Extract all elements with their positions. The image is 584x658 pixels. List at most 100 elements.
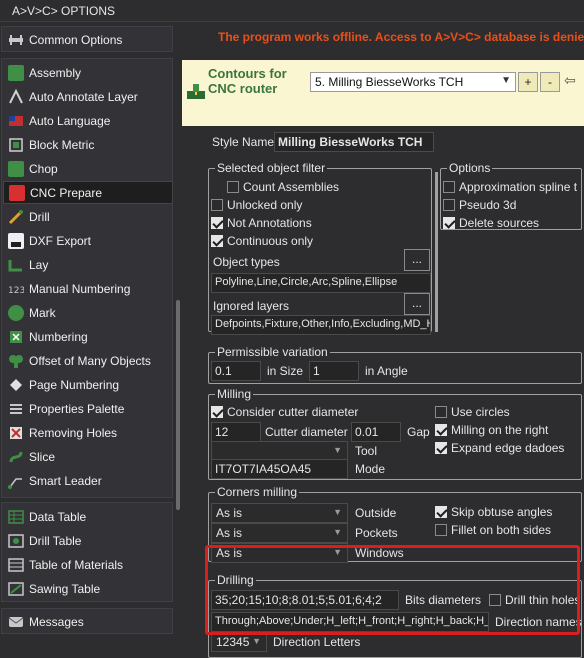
count-assemblies-checkbox[interactable]: Count Assemblies	[227, 180, 339, 194]
milling-group: Milling Consider cutter diameter Use cir…	[208, 387, 582, 480]
sidebar-item-smart-leader[interactable]: Smart Leader	[3, 469, 173, 492]
consider-diameter-checkbox[interactable]: Consider cutter diameter	[211, 405, 358, 419]
sidebar-item-label: Properties Palette	[29, 401, 125, 416]
sidebar-item-label: Manual Numbering	[29, 281, 131, 296]
delete-sources-label: Delete sources	[459, 216, 540, 230]
annotate-icon	[8, 88, 24, 105]
corners-legend: Corners milling	[215, 485, 300, 499]
fillet-both-checkbox[interactable]: Fillet on both sides	[435, 523, 551, 537]
messages-icon	[8, 614, 24, 630]
fillet-both-label: Fillet on both sides	[451, 523, 552, 537]
variation-group: Permissible variation 0.1 in Size 1 in A…	[208, 345, 582, 384]
unlocked-only-checkbox[interactable]: Unlocked only	[211, 198, 302, 212]
back-arrow-icon[interactable]: ⇦	[564, 72, 582, 92]
remove-preset-button[interactable]: -	[540, 72, 560, 92]
sidebar-item-table-of-materials[interactable]: Table of Materials	[3, 553, 173, 576]
pockets-select[interactable]: As is ▼	[211, 523, 348, 543]
sidebar-item-block-metric[interactable]: Block Metric	[3, 133, 173, 156]
sidebar-item-label: Drill	[29, 209, 50, 224]
add-preset-button[interactable]: +	[518, 72, 538, 92]
object-types-browse-button[interactable]: ...	[404, 249, 430, 271]
sidebar-item-auto-annotate-layer[interactable]: Auto Annotate Layer	[3, 85, 173, 108]
sidebar-item-assembly[interactable]: Assembly	[3, 61, 173, 84]
sidebar-item-slice[interactable]: Slice	[3, 445, 173, 468]
size-variation-input[interactable]: 0.1	[211, 361, 261, 381]
preset-select[interactable]: 5. Milling BiesseWorks TCH ▼	[310, 72, 516, 92]
skip-obtuse-label: Skip obtuse angles	[451, 505, 553, 519]
object-types-input[interactable]: Polyline,Line,Circle,Arc,Spline,Ellipse	[211, 273, 431, 293]
materials-table-icon	[8, 557, 24, 573]
outside-select[interactable]: As is ▼	[211, 503, 348, 523]
sidebar-item-lay[interactable]: Lay	[3, 253, 173, 276]
milling-legend: Milling	[215, 387, 254, 401]
direction-letters-select[interactable]: 12345 ▼	[211, 632, 267, 652]
sidebar-item-mark[interactable]: Mark	[3, 301, 173, 324]
ignored-layers-input[interactable]: Defpoints,Fixture,Other,Info,Excluding,M…	[211, 315, 431, 335]
milling-right-checkbox[interactable]: Milling on the right	[435, 423, 548, 437]
svg-text:123: 123	[8, 286, 24, 296]
sidebar-item-offset-many[interactable]: Offset of Many Objects	[3, 349, 173, 372]
slice-icon	[8, 449, 24, 465]
gap-input[interactable]: 0.01	[351, 422, 401, 442]
preset-select-value: 5. Milling BiesseWorks TCH	[315, 75, 464, 89]
sidebar-item-properties-palette[interactable]: Properties Palette	[3, 397, 173, 420]
sidebar-item-label: Numbering	[29, 329, 88, 344]
sidebar-item-cnc-prepare[interactable]: CNC Prepare	[3, 181, 173, 204]
angle-variation-input[interactable]: 1	[309, 361, 359, 381]
title-bar: A>V>C> OPTIONS	[0, 0, 584, 22]
sidebar-item-dxf-export[interactable]: DXF Export	[3, 229, 173, 252]
chevron-down-icon: ▼	[333, 507, 342, 517]
size-label: in Size	[267, 364, 304, 378]
approximation-spline-checkbox[interactable]: Approximation spline t	[443, 180, 577, 194]
sidebar-item-manual-numbering[interactable]: 123 Manual Numbering	[3, 277, 173, 300]
ignored-layers-browse-button[interactable]: ...	[404, 293, 430, 315]
pseudo-3d-label: Pseudo 3d	[459, 198, 517, 212]
ignored-layers-label: Ignored layers	[213, 299, 290, 313]
sidebar-item-label: Table of Materials	[29, 557, 124, 572]
sidebar-item-label: Block Metric	[29, 137, 95, 152]
not-annotations-checkbox[interactable]: Not Annotations	[211, 216, 312, 230]
sidebar-item-label: CNC Prepare	[30, 185, 103, 200]
continuous-only-label: Continuous only	[227, 234, 314, 248]
cnc-router-icon	[186, 82, 206, 102]
sidebar-item-chop[interactable]: Chop	[3, 157, 173, 180]
continuous-only-checkbox[interactable]: Continuous only	[211, 234, 313, 248]
pockets-select-value: As is	[216, 526, 243, 540]
tool-select[interactable]: ▼	[211, 441, 348, 461]
use-circles-checkbox[interactable]: Use circles	[435, 405, 510, 419]
options-legend: Options	[447, 161, 493, 175]
sidebar-scrollbar[interactable]	[176, 300, 180, 510]
sidebar-item-data-table[interactable]: Data Table	[3, 505, 173, 528]
skip-obtuse-checkbox[interactable]: Skip obtuse angles	[435, 505, 552, 519]
sidebar-item-drill[interactable]: Drill	[3, 205, 173, 228]
drill-icon	[8, 209, 24, 225]
variation-legend: Permissible variation	[215, 345, 330, 359]
expand-dadoes-checkbox[interactable]: Expand edge dadoes	[435, 441, 564, 455]
sidebar-item-common-options[interactable]: Common Options	[3, 28, 173, 51]
highlight-box	[205, 545, 580, 635]
leader-icon	[8, 473, 24, 489]
delete-sources-checkbox[interactable]: Delete sources	[443, 216, 539, 230]
sidebar-item-page-numbering[interactable]: Page Numbering	[3, 373, 173, 396]
direction-letters-value: 12345	[216, 635, 250, 649]
sidebar-item-numbering[interactable]: Numbering	[3, 325, 173, 348]
sidebar-item-removing-holes[interactable]: Removing Holes	[3, 421, 173, 444]
style-name-input[interactable]: Milling BiesseWorks TCH	[274, 132, 434, 152]
sidebar-item-messages[interactable]: Messages	[3, 610, 173, 633]
cutter-diameter-input[interactable]: 12	[211, 422, 261, 442]
sidebar-item-auto-language[interactable]: Auto Language	[3, 109, 173, 132]
pseudo-3d-checkbox[interactable]: Pseudo 3d	[443, 198, 516, 212]
sidebar-item-sawing-table[interactable]: Sawing Table	[3, 577, 173, 600]
palette-icon	[8, 401, 24, 417]
sidebar-item-label: Lay	[29, 257, 49, 272]
count-assemblies-label: Count Assemblies	[243, 180, 340, 194]
mode-input[interactable]: IT7OT7IA45OA45	[211, 459, 348, 479]
messages-group: Messages	[1, 608, 173, 634]
not-annotations-label: Not Annotations	[227, 216, 312, 230]
use-circles-label: Use circles	[451, 405, 510, 419]
outside-select-value: As is	[216, 506, 243, 520]
sidebar-item-drill-table[interactable]: Drill Table	[3, 529, 173, 552]
splitter[interactable]	[435, 172, 438, 332]
sidebar-item-label: Data Table	[29, 509, 87, 524]
sidebar-item-label: Smart Leader	[29, 473, 102, 488]
